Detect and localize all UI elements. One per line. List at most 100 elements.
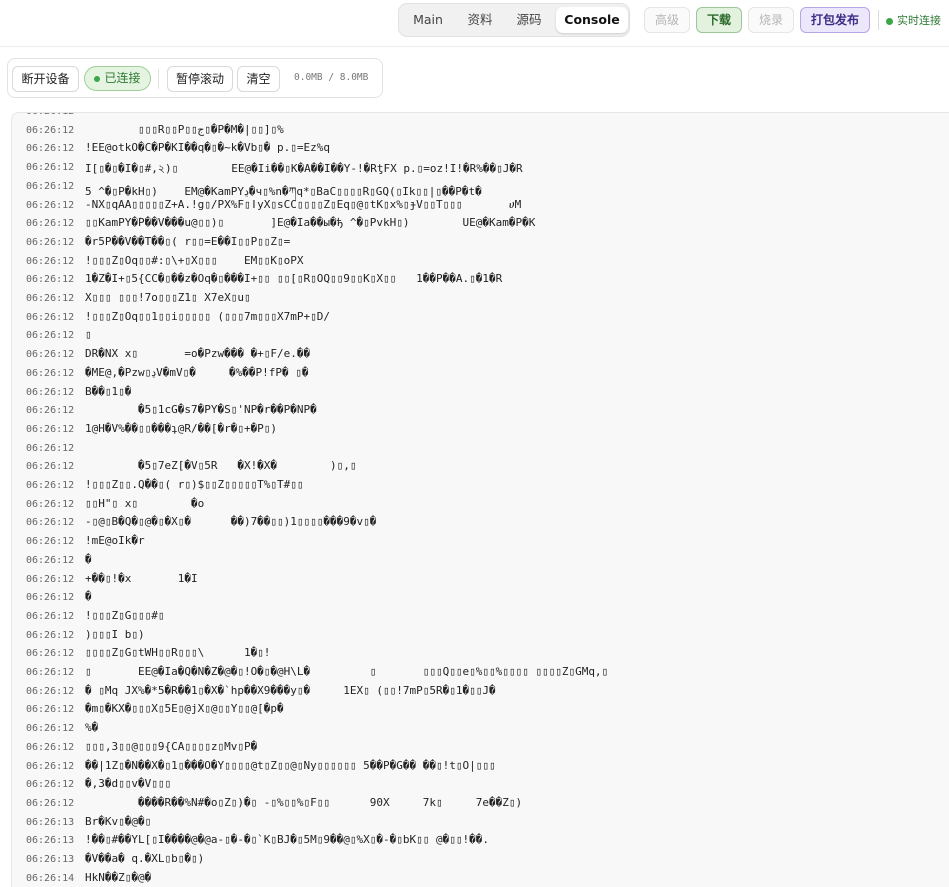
pause-scroll-button[interactable]: 暂停滚动 <box>167 66 233 92</box>
log-timestamp: 06:26:12 <box>26 162 75 174</box>
log-message: �5▯1cG�s7�PY�S▯'NP�r��P�NP� <box>85 403 317 417</box>
log-message: ▯ EE@�Ia�Q�N�Z�@�▯!O�▯�@H\L� ▯ ▯▯▯Q▯▯e▯%… <box>85 665 609 678</box>
console-log[interactable]: 06:26:1206:26:12 ▯▯▯R▯▯P▯▯ج▯�P�M�|▯▯]▯%0… <box>11 112 949 887</box>
log-timestamp: 06:26:12 <box>26 667 75 678</box>
log-timestamp: 06:26:12 <box>26 386 75 398</box>
log-message: !▯▯▯Z▯▯.Q��▯( r▯)$▯▯Z▯▯▯▯▯T%▯T#▯▯ <box>85 478 304 491</box>
log-timestamp: 06:26:12 <box>26 274 75 286</box>
log-timestamp: 06:26:12 <box>26 554 75 566</box>
log-line: 06:26:12 ▯▯▯▯Z▯G▯tWH▯▯R▯▯▯\ 1�▯! <box>12 644 949 662</box>
log-timestamp: 06:26:12 <box>26 218 75 230</box>
log-line: 06:26:12 � <box>12 551 949 569</box>
log-line: 06:26:13 !��▯#��YL[▯I����@�@a-▯�-�▯`K▯BJ�… <box>12 831 949 849</box>
log-line: 06:26:12 ▯ <box>12 326 949 344</box>
log-timestamp: 06:26:12 <box>26 779 75 791</box>
log-timestamp: 06:26:12 <box>26 293 75 304</box>
log-line: 06:26:12 ▯▯H"▯ x▯ �o <box>12 495 949 513</box>
log-line: 06:26:13 Br�Kv▯�@�▯ <box>12 813 949 831</box>
log-line: 06:26:12 �m▯�KX�▯▯▯X▯5E▯@jX▯@▯▯Y▯▯@[�p� <box>12 700 949 718</box>
log-timestamp: 06:26:12 <box>26 498 75 510</box>
log-line: 06:26:12 <box>12 439 949 457</box>
log-timestamp: 06:26:12 <box>26 610 75 622</box>
console-toolbar: 断开设备 已连接 暂停滚动 清空 0.0MB / 8.0MB <box>7 58 383 98</box>
log-line: 06:26:12 %� <box>12 719 949 737</box>
log-message: �5▯7eZ[�V▯5R �X!�X� )▯,▯ <box>85 459 357 473</box>
log-timestamp: 06:26:12 <box>26 199 75 211</box>
log-timestamp: 06:26:13 <box>26 835 75 847</box>
log-timestamp: 06:26:13 <box>26 816 75 828</box>
clear-button[interactable]: 清空 <box>237 66 280 92</box>
log-timestamp: 06:26:12 <box>26 124 75 136</box>
log-line: 06:26:12 � <box>12 588 949 606</box>
log-line: 06:26:12 � ▯Mq JX%�*5�R��1▯�X�`hp��X9���y… <box>12 682 949 700</box>
log-timestamp: 06:26:12 <box>26 648 75 660</box>
log-message: �V��a� q.�XL▯b▯�▯) <box>85 852 205 865</box>
log-message: !▯▯▯Z▯Oq▯▯#:▯\+▯X▯▯▯ EM▯▯K▯oPX <box>85 253 304 267</box>
log-line: 06:26:12 -▯@▯B�Q�▯@�▯�X▯� ��)7��▯▯)1▯▯▯▯�… <box>12 513 949 531</box>
log-message: B��▯1▯� <box>85 384 132 398</box>
log-timestamp: 06:26:12 <box>26 180 75 192</box>
package-publish-button[interactable]: 打包发布 <box>800 7 870 33</box>
log-message: !EE@otkO�C�P�KI��q�▯�~k�Vb▯� p.▯=Ez%q <box>85 141 331 155</box>
log-timestamp: 06:26:12 <box>26 704 75 716</box>
log-timestamp: 06:26:14 <box>26 872 75 884</box>
log-line: 06:26:12 !mE@oIk�r <box>12 532 949 550</box>
log-timestamp: 06:26:12 <box>26 143 75 155</box>
tab-main[interactable]: Main <box>407 7 449 33</box>
log-timestamp: 06:26:12 <box>26 442 75 454</box>
log-line: 06:26:12 �r5P��V��T��▯( r▯▯=E��I▯▯P▯▯Z▯= <box>12 233 949 251</box>
download-button[interactable]: 下载 <box>696 7 742 33</box>
live-status-label: 实时连接 <box>897 14 941 27</box>
log-message: %� <box>85 721 99 735</box>
log-line: 06:26:12 !EE@otkO�C�P�KI��q�▯�~k�Vb▯� p.▯… <box>12 139 949 157</box>
tab-console[interactable]: Console <box>556 7 628 33</box>
log-line: 06:26:12 ����R��%N#�o▯Z▯)�▯ -▯%▯▯%▯F▯▯ 9… <box>12 794 949 812</box>
log-line: 06:26:12 �5▯1cG�s7�PY�S▯'NP�r��P�NP� <box>12 401 949 419</box>
log-message: ▯ <box>85 328 92 342</box>
log-timestamp: 06:26:12 <box>26 685 75 697</box>
connection-status-badge: 已连接 <box>84 66 151 91</box>
disconnect-device-button[interactable]: 断开设备 <box>12 66 79 92</box>
log-timestamp: 06:26:13 <box>26 854 75 865</box>
log-message: ▯▯▯R▯▯P▯▯ج▯�P�M�|▯▯]▯% <box>85 122 284 136</box>
log-line: 06:26:12 !▯▯▯Z▯G▯▯▯#▯ <box>12 607 949 625</box>
log-line: 06:26:12 +��▯!�x 1�I <box>12 570 949 588</box>
log-message: �r5P��V��T��▯( r▯▯=E��I▯▯P▯▯Z▯= <box>85 234 291 248</box>
log-line: 06:26:12 1@H�V%��▯▯���ʇ@R/��[�r�▯+�P▯) <box>12 420 949 438</box>
log-timestamp: 06:26:12 <box>26 760 75 772</box>
log-line: 06:26:12 B��▯1▯� <box>12 383 949 401</box>
log-message: � <box>85 590 92 604</box>
log-line: 06:26:12 ▯▯▯R▯▯P▯▯ج▯�P�M�|▯▯]▯% <box>12 121 949 139</box>
log-message: ▯▯KamPY�ؘP��V���u@▯▯)▯ ]E@�Ia��ы�ђ ^�▯Pv… <box>85 216 536 230</box>
advanced-button[interactable]: 高级 <box>644 7 690 33</box>
log-timestamp: 06:26:12 <box>26 255 75 267</box>
log-timestamp: 06:26:12 <box>26 367 75 379</box>
log-message: �,3�d▯▯v�V▯▯▯ <box>85 777 172 791</box>
log-message: !mE@oIk�r <box>85 534 145 548</box>
log-line: 06:26:12 �,3�d▯▯v�V▯▯▯ <box>12 775 949 793</box>
log-timestamp: 06:26:12 <box>26 236 75 248</box>
log-line: 06:26:12 I[▯�▯�I�▯#,২)▯ EE@�Ii��▯K�A��I��… <box>12 158 949 176</box>
tab-source[interactable]: 源码 <box>507 7 551 33</box>
log-line: 06:26:12)▯▯▯I b▯) <box>12 626 949 644</box>
log-line: 06:26:12 ▯ EE@�Ia�Q�N�Z�@�▯!O�▯�@H\L� ▯ ▯… <box>12 663 949 681</box>
log-line: 06:26:12 X▯▯▯ ▯▯▯!7o▯▯▯Z1▯ X7eX▯u▯ <box>12 289 949 307</box>
log-message: � <box>85 552 92 566</box>
log-timestamp: 06:26:12 <box>26 517 75 529</box>
connected-dot-icon <box>94 75 101 82</box>
log-timestamp: 06:26:12 <box>26 797 75 809</box>
log-timestamp: 06:26:12 <box>26 311 75 323</box>
log-message: ▯▯▯▯Z▯G▯tWH▯▯R▯▯▯\ 1�▯! <box>85 646 271 660</box>
log-message: � ▯Mq JX%�*5�R��1▯�X�`hp��X9���y▯� 1EX▯ … <box>85 683 496 697</box>
log-timestamp: 06:26:12 <box>26 741 75 753</box>
tab-materials[interactable]: 资料 <box>458 7 502 33</box>
log-message: Br�Kv▯�@�▯ <box>85 814 152 828</box>
log-timestamp: 06:26:12 <box>26 330 75 342</box>
log-message: ▯▯H"▯ x▯ �o <box>85 496 205 510</box>
log-timestamp: 06:26:12 <box>26 536 75 548</box>
flash-button[interactable]: 烧录 <box>748 7 794 33</box>
log-line: 06:26:12 ▯▯▯,3▯▯@▯▯▯9{CA▯▯▯▯z▯Mv▯P� <box>12 738 949 756</box>
log-timestamp: 06:26:12 <box>26 629 75 641</box>
log-line: 06:26:14 HkN��Z▯�@� <box>12 869 949 887</box>
log-message: HkN��Z▯�@� <box>85 870 152 884</box>
